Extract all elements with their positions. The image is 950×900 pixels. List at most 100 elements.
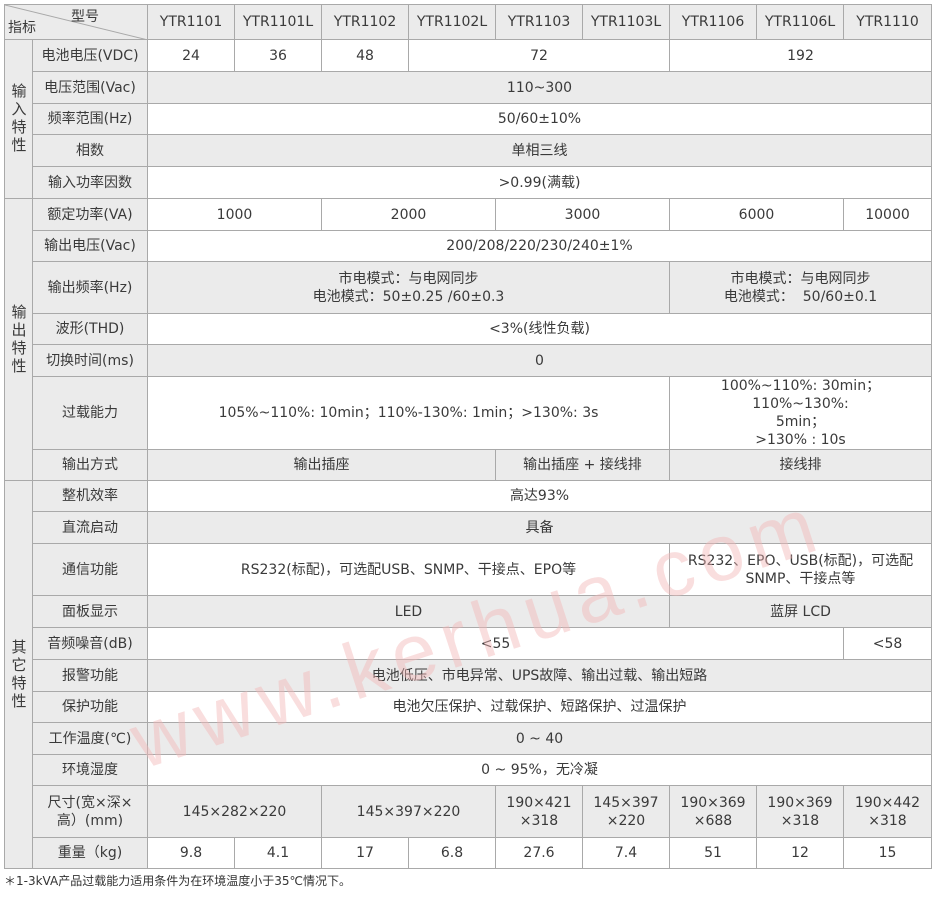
cell-line: 尺寸(宽×深× — [47, 794, 133, 811]
table-cell: 50/60±10% — [147, 103, 932, 135]
table-row: 波形(THD) <3%(线性负载) — [5, 313, 932, 345]
table-cell: 15 — [843, 837, 932, 869]
cell-line: 145×397 — [593, 794, 659, 811]
cell-line: 100%~110%: 30min；110%~130%: — [720, 378, 881, 412]
table-cell: 4.1 — [234, 837, 322, 869]
table-row: 输出电压(Vac) 200/208/220/230/240±1% — [5, 230, 932, 262]
cell-line: >130% : 10s — [755, 432, 846, 448]
table-cell: 36 — [234, 39, 322, 72]
row-label: 通信功能 — [32, 543, 148, 596]
table-cell: 9.8 — [147, 837, 235, 869]
row-label: 报警功能 — [32, 659, 148, 692]
model-header: YTR1106 — [669, 4, 757, 40]
row-label: 重量（kg) — [32, 837, 148, 869]
table-cell: 6.8 — [408, 837, 496, 869]
table-cell: 48 — [321, 39, 409, 72]
table-cell: 接线排 — [669, 449, 932, 481]
category-other: 其它特性 — [4, 480, 33, 869]
table-cell: 电池低压、市电异常、UPS故障、输出过载、输出短路 — [147, 659, 932, 692]
row-label: 频率范围(Hz) — [32, 103, 148, 135]
row-label: 整机效率 — [32, 480, 148, 512]
row-label: 相数 — [32, 134, 148, 167]
row-label: 音频噪音(dB) — [32, 627, 148, 660]
table-cell: <3%(线性负载) — [147, 313, 932, 345]
row-label: 电池电压(VDC) — [32, 39, 148, 72]
table-row: 相数 单相三线 — [5, 134, 932, 167]
table-cell: 110~300 — [147, 71, 932, 104]
category-input: 输入特性 — [4, 39, 33, 199]
table-cell: 12 — [756, 837, 844, 869]
row-label: 环境湿度 — [32, 754, 148, 786]
table-cell: 单相三线 — [147, 134, 932, 167]
table-cell: 7.4 — [582, 837, 670, 869]
row-label: 尺寸(宽×深× 高）(mm) — [32, 785, 148, 838]
table-row: 切换时间(ms) 0 — [5, 344, 932, 377]
row-label: 输入功率因数 — [32, 166, 148, 199]
cell-line: 190×369 — [680, 794, 746, 811]
table-cell: 190×442 ×318 — [843, 785, 932, 838]
table-cell: 145×397 ×220 — [582, 785, 670, 838]
table-cell: 190×369 ×688 — [669, 785, 757, 838]
table-row: 其它特性 整机效率 高达93% — [4, 480, 932, 869]
table-cell: 输出插座 + 接线排 — [495, 449, 670, 481]
row-label: 保护功能 — [32, 691, 148, 723]
table-row: 直流启动 具备 — [5, 511, 932, 544]
row-label: 额定功率(VA) — [32, 198, 148, 231]
corner-model-label: 型号 — [71, 9, 99, 25]
table-row: 报警功能 电池低压、市电异常、UPS故障、输出过载、输出短路 — [5, 659, 932, 692]
table-cell: 市电模式：与电网同步 电池模式： 50/60±0.1 — [669, 261, 932, 314]
cell-line: 电池模式： 50/60±0.1 — [723, 288, 878, 305]
corner-index-label: 指标 — [8, 20, 36, 36]
table-cell: 145×397×220 — [321, 785, 496, 838]
table-cell: 0 ~ 40 — [147, 722, 932, 755]
table-cell: <58 — [843, 627, 932, 660]
table-cell: 105%~110%: 10min；110%-130%: 1min；>130%: … — [147, 376, 670, 450]
cell-line: RS232、EPO、USB(标配)，可选配 — [687, 552, 914, 569]
table-cell: 100%~110%: 30min；110%~130%: 5min； >130% … — [669, 376, 932, 450]
model-header: YTR1106L — [756, 4, 844, 40]
table-cell: RS232(标配)，可选配USB、SNMP、干接点、EPO等 — [147, 543, 670, 596]
category-output: 输出特性 — [4, 198, 33, 481]
table-cell: 72 — [408, 39, 670, 72]
table-row: 尺寸(宽×深× 高）(mm) 145×282×220 145×397×220 1… — [5, 785, 932, 838]
table-row: 工作温度(℃) 0 ~ 40 — [5, 722, 932, 755]
table-row: 输出方式 输出插座 输出插座 + 接线排 接线排 — [5, 449, 932, 481]
table-row: 重量（kg) 9.8 4.1 17 6.8 27.6 7.4 51 12 15 — [5, 837, 932, 869]
table-cell: 市电模式：与电网同步 电池模式：50±0.25 /60±0.3 — [147, 261, 670, 314]
model-header: YTR1103 — [495, 4, 583, 40]
cell-line: 190×442 — [854, 794, 921, 811]
model-header: YTR1101L — [234, 4, 322, 40]
cell-line: ×318 — [780, 812, 820, 829]
cell-line: 市电模式：与电网同步 — [338, 270, 479, 287]
table-cell: 200/208/220/230/240±1% — [147, 230, 932, 262]
model-header: YTR1101 — [147, 4, 235, 40]
table-cell: <55 — [147, 627, 844, 660]
row-label: 工作温度(℃) — [32, 722, 148, 755]
table-cell: 27.6 — [495, 837, 583, 869]
table-cell: 电池欠压保护、过载保护、短路保护、过温保护 — [147, 691, 932, 723]
table-cell: 0 — [147, 344, 932, 377]
table-row: 输入功率因数 >0.99(满载) — [5, 166, 932, 199]
cell-line: ×220 — [606, 812, 646, 829]
table-cell: 190×421 ×318 — [495, 785, 583, 838]
model-header: YTR1102L — [408, 4, 496, 40]
row-label: 面板显示 — [32, 595, 148, 628]
table-row: 音频噪音(dB) <55 <58 — [5, 627, 932, 660]
table-cell: 2000 — [321, 198, 496, 231]
table-cell: 高达93% — [147, 480, 932, 512]
table-row: 通信功能 RS232(标配)，可选配USB、SNMP、干接点、EPO等 RS23… — [5, 543, 932, 596]
cell-line: 190×369 — [767, 794, 833, 811]
row-label: 输出方式 — [32, 449, 148, 481]
row-label: 切换时间(ms) — [32, 344, 148, 377]
table-row: 环境湿度 0 ~ 95%，无冷凝 — [5, 754, 932, 786]
table-cell: 0 ~ 95%，无冷凝 — [147, 754, 932, 786]
cell-line: 电池模式：50±0.25 /60±0.3 — [312, 288, 505, 305]
table-row: 频率范围(Hz) 50/60±10% — [5, 103, 932, 135]
cell-line: ×318 — [519, 812, 559, 829]
model-header: YTR1110 — [843, 4, 932, 40]
cell-line: 市电模式：与电网同步 — [730, 270, 871, 287]
table-row: 保护功能 电池欠压保护、过载保护、短路保护、过温保护 — [5, 691, 932, 723]
table-cell: 具备 — [147, 511, 932, 544]
row-label: 电压范围(Vac) — [32, 71, 148, 104]
row-label: 输出电压(Vac) — [32, 230, 148, 262]
